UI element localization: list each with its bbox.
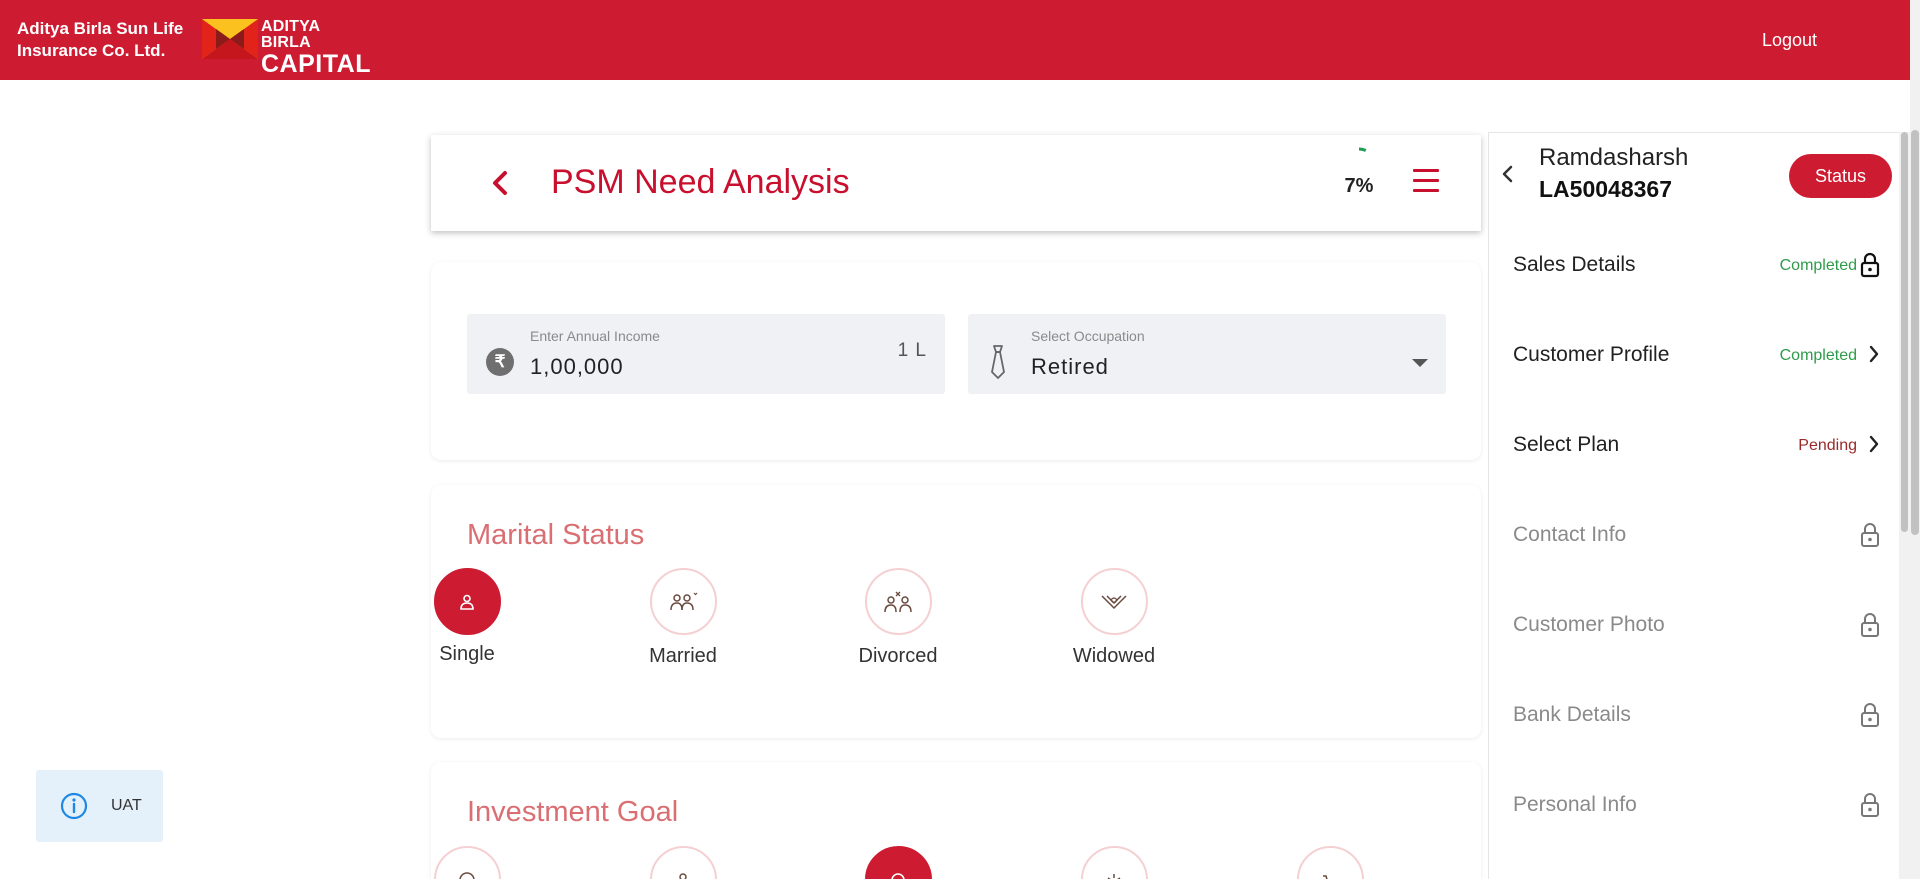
side-item-label: Customer Profile — [1513, 343, 1670, 366]
side-item-bank-details[interactable]: Bank Details — [1489, 673, 1901, 763]
progress-arc — [1358, 147, 1367, 152]
status-button[interactable]: Status — [1789, 154, 1892, 198]
goal-option-4[interactable] — [1064, 846, 1164, 879]
chevron-right-icon — [1869, 435, 1879, 453]
occupation-select[interactable]: Select Occupation Retired — [968, 314, 1446, 394]
application-status-panel: Ramdasharsh LA50048367 Status Sales Deta… — [1488, 132, 1900, 879]
income-unit: 1 L — [897, 340, 927, 361]
panel-scrollbar-thumb[interactable] — [1901, 132, 1908, 532]
chevron-left-icon — [493, 171, 507, 195]
goal-icon-3 — [864, 846, 932, 879]
side-item-status: Completed — [1779, 347, 1857, 364]
goal-icon-2 — [649, 846, 717, 879]
occupation-value: Retired — [1031, 354, 1109, 379]
company-name: Aditya Birla Sun Life Insurance Co. Ltd. — [17, 18, 183, 62]
annual-income-field[interactable]: ₹ Enter Annual Income 1 L — [467, 314, 945, 394]
side-item-label: Sales Details — [1513, 253, 1636, 276]
divorced-couple-icon — [864, 568, 932, 635]
side-item-label: Select Plan — [1513, 433, 1620, 456]
lock-icon — [1861, 523, 1879, 547]
side-item-status: Completed — [1779, 257, 1857, 274]
title-bar: PSM Need Analysis 7% — [431, 135, 1481, 231]
goal-icon-1 — [433, 846, 501, 879]
back-button[interactable] — [485, 165, 515, 201]
progress-percent: 7% — [1344, 175, 1374, 197]
side-item-sales-details[interactable]: Sales Details Completed — [1489, 223, 1901, 313]
aditya-birla-capital-logo: ADITYA BIRLA CAPITAL — [202, 19, 370, 77]
environment-label: UAT — [111, 797, 142, 814]
goal-icon-4 — [1080, 846, 1148, 879]
chevron-left-icon — [1502, 165, 1513, 183]
marital-option-label: Divorced — [858, 645, 938, 667]
marital-status-card: Marital Status Single Married Divorced W… — [431, 485, 1481, 738]
page-title: PSM Need Analysis — [551, 163, 850, 201]
marital-option-divorced[interactable]: Divorced — [848, 568, 948, 668]
single-person-icon — [433, 568, 501, 635]
panel-scrollbar[interactable] — [1899, 132, 1910, 879]
dropdown-caret-icon[interactable] — [1412, 359, 1428, 367]
marital-option-widowed[interactable]: Widowed — [1064, 568, 1164, 668]
info-icon — [60, 792, 88, 820]
side-item-status: Pending — [1798, 437, 1857, 454]
side-item-customer-profile[interactable]: Customer Profile Completed — [1489, 313, 1901, 403]
rupee-icon: ₹ — [486, 348, 514, 376]
side-item-select-plan[interactable]: Select Plan Pending — [1489, 403, 1901, 493]
marital-option-label: Married — [649, 645, 717, 667]
logo-mark-icon — [202, 19, 258, 59]
page-scrollbar[interactable] — [1910, 0, 1920, 879]
goal-option-1[interactable] — [417, 846, 517, 879]
marital-option-label: Single — [439, 643, 495, 665]
side-item-customer-photo[interactable]: Customer Photo — [1489, 583, 1901, 673]
logo-wordmark: ADITYA BIRLA CAPITAL — [261, 19, 371, 77]
top-header: Aditya Birla Sun Life Insurance Co. Ltd.… — [0, 0, 1910, 80]
progress-indicator: 7% — [1329, 143, 1389, 223]
lock-icon — [1861, 613, 1879, 637]
side-item-personal-info[interactable]: Personal Info — [1489, 763, 1901, 853]
married-couple-icon — [649, 568, 717, 635]
goal-option-5[interactable] — [1280, 846, 1380, 879]
marital-option-married[interactable]: Married — [633, 568, 733, 668]
hamburger-menu-icon[interactable] — [1413, 169, 1439, 193]
panel-back-button[interactable] — [1497, 161, 1517, 196]
side-item-label: Contact Info — [1513, 523, 1627, 546]
environment-badge[interactable]: UAT — [36, 770, 163, 842]
annual-income-input[interactable] — [530, 354, 870, 380]
marital-option-single[interactable]: Single — [417, 568, 517, 666]
lock-open-icon — [1860, 252, 1880, 278]
goal-option-3[interactable] — [848, 846, 948, 879]
marital-status-title: Marital Status — [467, 519, 645, 551]
side-item-label: Bank Details — [1513, 703, 1631, 726]
company-name-line1: Aditya Birla Sun Life — [17, 19, 184, 38]
side-item-label: Customer Photo — [1513, 613, 1665, 636]
lock-icon — [1861, 793, 1879, 817]
widowed-icon — [1080, 568, 1148, 635]
side-item-label: Personal Info — [1513, 793, 1637, 816]
goal-option-2[interactable] — [633, 846, 733, 879]
company-name-line2: Insurance Co. Ltd. — [17, 41, 166, 60]
investment-goal-title: Investment Goal — [467, 796, 679, 828]
investment-goal-card: Investment Goal — [431, 762, 1481, 879]
customer-name: Ramdasharsh — [1539, 144, 1689, 171]
annual-income-label: Enter Annual Income — [530, 328, 660, 344]
page-scrollbar-thumb[interactable] — [1911, 130, 1919, 535]
logo-line1: ADITYA BIRLA — [261, 18, 320, 51]
logo-line2: CAPITAL — [261, 50, 371, 78]
lock-icon — [1861, 703, 1879, 727]
marital-option-label: Widowed — [1072, 645, 1156, 667]
side-item-contact-info[interactable]: Contact Info — [1489, 493, 1901, 583]
tie-icon — [991, 345, 1005, 379]
occupation-label: Select Occupation — [1031, 328, 1145, 344]
application-id: LA50048367 — [1539, 176, 1672, 202]
goal-icon-5 — [1296, 846, 1364, 879]
logout-link[interactable]: Logout — [1762, 30, 1817, 51]
income-occupation-card: ₹ Enter Annual Income 1 L Select Occupat… — [431, 262, 1481, 460]
chevron-right-icon — [1869, 345, 1879, 363]
